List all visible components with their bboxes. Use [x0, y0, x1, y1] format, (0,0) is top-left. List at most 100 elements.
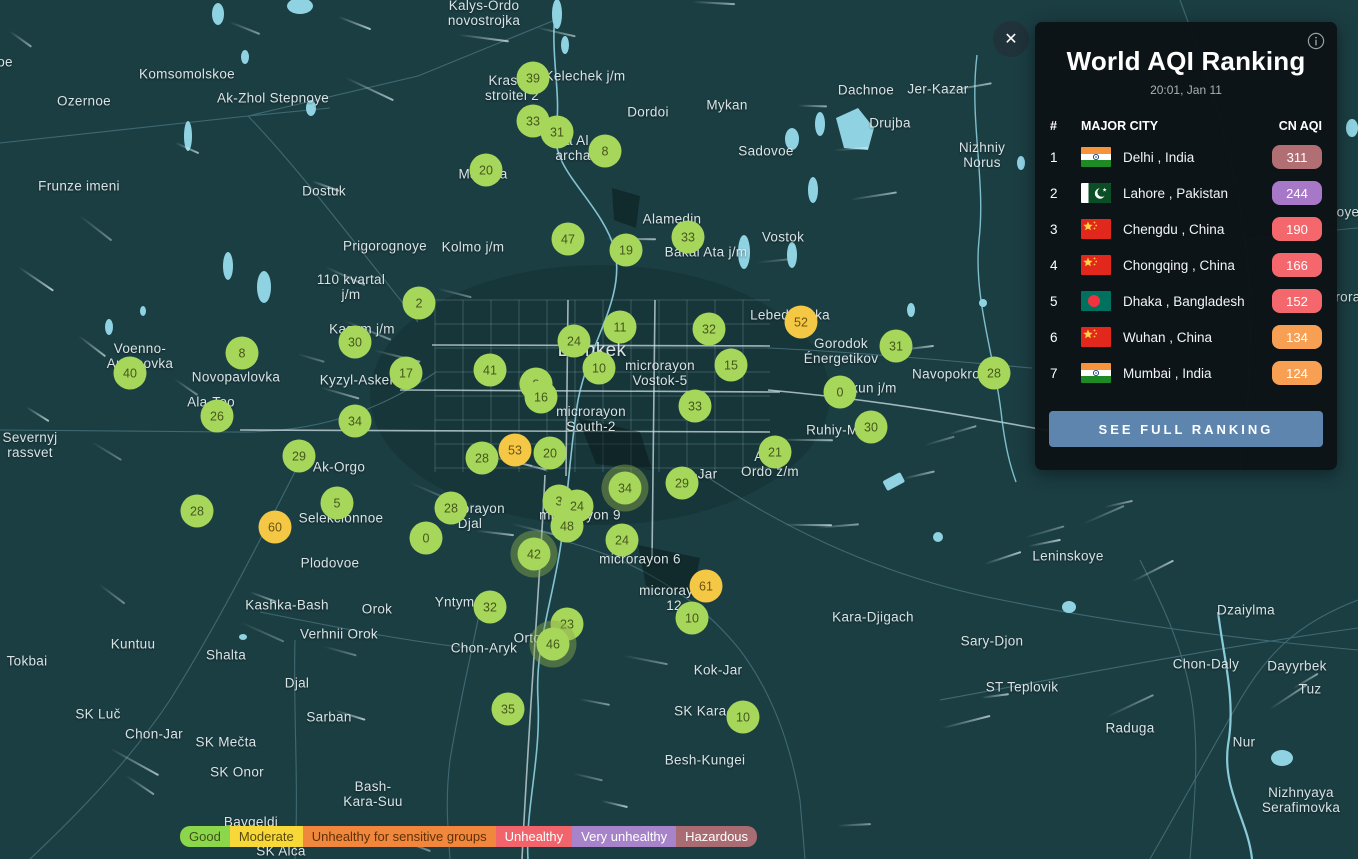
aqi-marker[interactable]: 28 — [978, 357, 1011, 390]
aqi-marker[interactable]: 29 — [283, 440, 316, 473]
aqi-marker-value: 32 — [702, 322, 716, 336]
ranking-row[interactable]: 3 Chengdu , China 190 — [1035, 211, 1337, 247]
aqi-marker[interactable]: 8 — [226, 337, 259, 370]
aqi-marker[interactable]: 53 — [499, 434, 532, 467]
aqi-marker-value: 32 — [483, 600, 497, 614]
aqi-badge: 166 — [1272, 253, 1322, 277]
rank-number: 5 — [1050, 294, 1081, 309]
country-flag-china — [1081, 327, 1111, 347]
aqi-marker[interactable]: 35 — [492, 693, 525, 726]
see-full-ranking-button[interactable]: SEE FULL RANKING — [1049, 411, 1323, 447]
aqi-marker[interactable]: 47 — [552, 223, 585, 256]
aqi-badge: 311 — [1272, 145, 1322, 169]
aqi-marker[interactable]: 0 — [410, 522, 443, 555]
city-name: Chengdu , China — [1123, 222, 1272, 237]
aqi-marker[interactable]: 28 — [466, 442, 499, 475]
aqi-marker[interactable]: 10 — [727, 701, 760, 734]
city-name: Lahore , Pakistan — [1123, 186, 1272, 201]
aqi-marker[interactable]: 28 — [435, 492, 468, 525]
aqi-marker-value: 29 — [675, 476, 689, 490]
aqi-marker[interactable]: 20 — [470, 154, 503, 187]
aqi-marker[interactable]: 17 — [390, 357, 423, 390]
info-icon[interactable] — [1307, 32, 1325, 50]
aqi-marker-value: 17 — [399, 366, 413, 380]
aqi-marker[interactable]: 2 — [403, 287, 436, 320]
aqi-marker[interactable]: 33 — [679, 390, 712, 423]
aqi-marker[interactable]: 26 — [201, 400, 234, 433]
aqi-marker[interactable]: 28 — [181, 495, 214, 528]
close-panel-button[interactable]: ✕ — [993, 21, 1029, 57]
aqi-marker[interactable]: 0 — [824, 376, 857, 409]
aqi-marker[interactable]: 19 — [610, 234, 643, 267]
aqi-marker-value: 21 — [768, 445, 782, 459]
aqi-marker[interactable]: 16 — [525, 381, 558, 414]
aqi-marker[interactable]: 33 — [672, 221, 705, 254]
aqi-marker[interactable]: 15 — [715, 349, 748, 382]
aqi-marker[interactable]: 20 — [534, 437, 567, 470]
aqi-marker-value: 24 — [567, 334, 581, 348]
aqi-badge: 152 — [1272, 289, 1322, 313]
aqi-marker[interactable]: 8 — [589, 135, 622, 168]
aqi-marker[interactable]: 60 — [259, 511, 292, 544]
aqi-marker[interactable]: 61 — [690, 570, 723, 603]
aqi-marker[interactable]: 11 — [604, 311, 637, 344]
rank-number: 6 — [1050, 330, 1081, 345]
aqi-marker[interactable]: 32 — [474, 591, 507, 624]
aqi-marker[interactable]: 42 — [518, 538, 551, 571]
aqi-marker[interactable]: 10 — [676, 602, 709, 635]
ranking-rows: 1 Delhi , India 311 2 Lahore , Pakistan … — [1035, 139, 1337, 391]
legend-chip: Good — [180, 826, 230, 847]
panel-timestamp: 20:01, Jan 11 — [1035, 83, 1337, 97]
aqi-marker-value: 30 — [864, 420, 878, 434]
ranking-row[interactable]: 7 Mumbai , India 124 — [1035, 355, 1337, 391]
aqi-marker[interactable]: 21 — [759, 436, 792, 469]
legend-chip: Very unhealthy — [572, 826, 676, 847]
aqi-marker[interactable]: 40 — [114, 357, 147, 390]
aqi-marker[interactable]: 31 — [880, 330, 913, 363]
aqi-marker-value: 33 — [526, 114, 540, 128]
aqi-marker[interactable]: 24 — [558, 325, 591, 358]
aqi-marker[interactable]: 34 — [339, 405, 372, 438]
aqi-marker[interactable]: 10 — [583, 352, 616, 385]
city-name: Dhaka , Bangladesh — [1123, 294, 1272, 309]
rank-number: 1 — [1050, 150, 1081, 165]
rank-number: 2 — [1050, 186, 1081, 201]
aqi-marker[interactable]: 39 — [517, 62, 550, 95]
aqi-marker-value: 10 — [736, 710, 750, 724]
aqi-marker[interactable]: 41 — [474, 354, 507, 387]
aqi-marker[interactable]: 32 — [693, 313, 726, 346]
city-name: Delhi , India — [1123, 150, 1272, 165]
aqi-marker-value: 10 — [592, 361, 606, 375]
aqi-marker[interactable]: 30 — [339, 326, 372, 359]
aqi-marker-value: 19 — [619, 243, 633, 257]
aqi-marker-value: 20 — [543, 446, 557, 460]
aqi-marker-value: 28 — [444, 501, 458, 515]
aqi-marker-value: 29 — [292, 449, 306, 463]
aqi-legend: GoodModerateUnhealthy for sensitive grou… — [180, 826, 757, 847]
aqi-marker[interactable]: 46 — [537, 628, 570, 661]
aqi-marker-value: 11 — [614, 320, 627, 334]
aqi-marker-value: 52 — [794, 315, 808, 329]
world-aqi-ranking-panel: World AQI Ranking 20:01, Jan 11 # MAJOR … — [1035, 22, 1337, 470]
aqi-marker-value: 46 — [546, 637, 560, 651]
aqi-marker[interactable]: 30 — [855, 411, 888, 444]
aqi-marker-value: 8 — [239, 346, 246, 360]
aqi-marker[interactable]: 5 — [321, 487, 354, 520]
city-name: Wuhan , China — [1123, 330, 1272, 345]
aqi-marker[interactable]: 31 — [541, 116, 574, 149]
ranking-row[interactable]: 2 Lahore , Pakistan 244 — [1035, 175, 1337, 211]
ranking-row[interactable]: 4 Chongqing , China 166 — [1035, 247, 1337, 283]
aqi-marker[interactable]: 29 — [666, 467, 699, 500]
aqi-marker[interactable]: 52 — [785, 306, 818, 339]
aqi-marker[interactable]: 24 — [606, 524, 639, 557]
ranking-row[interactable]: 1 Delhi , India 311 — [1035, 139, 1337, 175]
ranking-row[interactable]: 6 Wuhan , China 134 — [1035, 319, 1337, 355]
aqi-marker-value: 35 — [501, 702, 515, 716]
aqi-marker[interactable]: 34 — [609, 472, 642, 505]
aqi-marker-value: 60 — [268, 520, 282, 534]
ranking-row[interactable]: 5 Dhaka , Bangladesh 152 — [1035, 283, 1337, 319]
aqi-marker-value: 34 — [618, 481, 632, 495]
country-flag-bangladesh — [1081, 291, 1111, 311]
aqi-marker-value: 23 — [560, 617, 574, 631]
aqi-marker[interactable]: 48 — [551, 510, 584, 543]
